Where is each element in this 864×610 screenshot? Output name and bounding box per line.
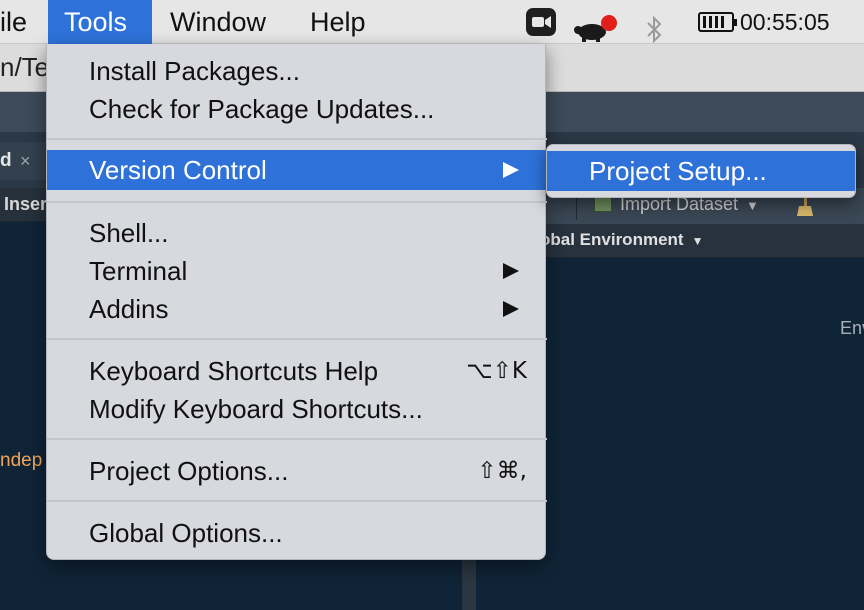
- menu-item-global-options[interactable]: Global Options...: [47, 514, 547, 552]
- chevron-down-icon: ▼: [691, 234, 704, 248]
- menu-file[interactable]: ile: [0, 0, 43, 44]
- source-tab-label: d: [0, 150, 12, 171]
- menu-separator: [47, 201, 547, 203]
- tools-menu: Install Packages... Check for Package Up…: [46, 44, 547, 560]
- chevron-down-icon: ▼: [746, 198, 759, 213]
- menu-item-version-control[interactable]: Version Control: [47, 150, 547, 190]
- source-tab[interactable]: d ×: [0, 142, 46, 180]
- global-environment-label: obal Environment: [540, 230, 684, 249]
- bluetooth-icon[interactable]: [644, 8, 666, 52]
- menu-separator: [47, 438, 547, 440]
- menu-item-terminal[interactable]: Terminal: [47, 252, 547, 290]
- environment-empty-text: Env: [840, 318, 864, 338]
- close-icon[interactable]: ×: [20, 142, 31, 180]
- shortcut-text: ⌥⇧K: [466, 358, 527, 384]
- menu-separator: [47, 338, 547, 340]
- menu-separator: [47, 500, 547, 502]
- menu-item-project-setup[interactable]: Project Setup...: [547, 151, 855, 191]
- submenu-arrow-icon: [503, 162, 519, 178]
- menu-help[interactable]: Help: [294, 0, 382, 44]
- table-icon: [594, 197, 612, 212]
- zoom-camera-icon[interactable]: [526, 8, 556, 36]
- version-control-submenu: Project Setup...: [546, 144, 856, 198]
- menu-item-project-options[interactable]: Project Options... ⇧⌘,: [47, 452, 547, 490]
- menu-item-keyboard-shortcuts-help[interactable]: Keyboard Shortcuts Help ⌥⇧K: [47, 352, 547, 390]
- shortcut-text: ⇧⌘,: [477, 458, 527, 484]
- submenu-arrow-icon: [503, 263, 519, 279]
- project-path: n/Te: [0, 52, 50, 82]
- global-environment-dropdown[interactable]: obal Environment ▼: [540, 230, 703, 250]
- menubar-clock[interactable]: 00:55:05: [740, 0, 830, 44]
- menu-tools[interactable]: Tools: [48, 0, 152, 44]
- menu-separator: [47, 138, 547, 140]
- menu-item-install-packages[interactable]: Install Packages...: [47, 52, 547, 90]
- battery-icon[interactable]: [698, 12, 737, 32]
- submenu-arrow-icon: [503, 301, 519, 317]
- turtle-icon[interactable]: [572, 6, 620, 50]
- insert-button[interactable]: Inser: [4, 194, 47, 215]
- menu-item-shell[interactable]: Shell...: [47, 214, 547, 252]
- menu-item-check-package-updates[interactable]: Check for Package Updates...: [47, 90, 547, 128]
- menu-item-modify-keyboard-shortcuts[interactable]: Modify Keyboard Shortcuts...: [47, 390, 547, 428]
- code-text: ndep: [0, 450, 43, 471]
- menu-window[interactable]: Window: [154, 0, 282, 44]
- menu-item-addins[interactable]: Addins: [47, 290, 547, 328]
- mac-menu-bar: ile Tools Window Help 00:55:05: [0, 0, 864, 44]
